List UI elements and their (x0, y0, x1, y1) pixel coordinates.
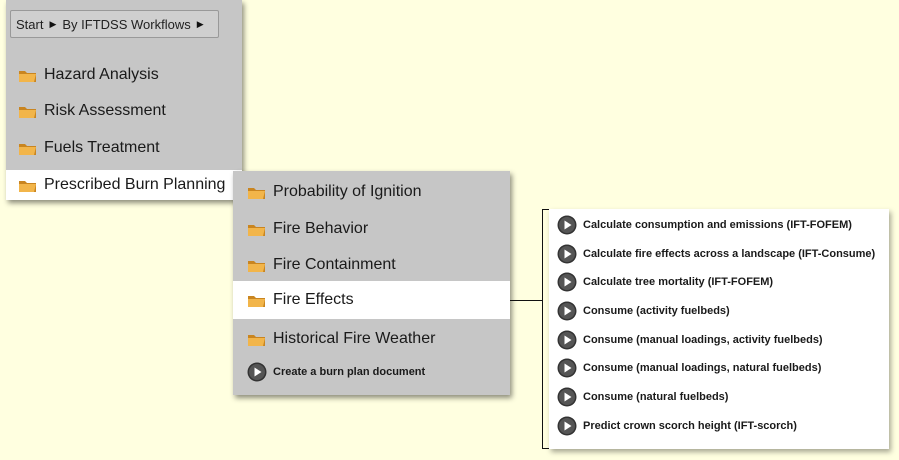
menu-item-probability-of-ignition[interactable]: Probability of Ignition (233, 179, 510, 205)
menu-item-fire-containment[interactable]: Fire Containment (233, 252, 510, 278)
breadcrumb-workflows[interactable]: By IFTDSS Workflows (62, 17, 190, 32)
tool-label: Calculate consumption and emissions (IFT… (583, 219, 852, 231)
tool-label: Consume (manual loadings, natural fuelbe… (583, 362, 822, 374)
menu-item-create-burn-plan[interactable]: Create a burn plan document (233, 361, 510, 383)
tool-label: Consume (activity fuelbeds) (583, 305, 730, 317)
bracket-bottom (542, 448, 549, 449)
tool-item[interactable]: Consume (activity fuelbeds) (557, 300, 885, 322)
tool-label: Predict crown scorch height (IFT-scorch) (583, 420, 797, 432)
folder-icon (19, 143, 36, 155)
tool-item[interactable]: Consume (manual loadings, activity fuelb… (557, 329, 885, 351)
connector-line (510, 300, 542, 301)
play-icon (247, 362, 267, 382)
play-icon (557, 358, 577, 378)
menu-item-label: Prescribed Burn Planning (44, 176, 226, 193)
bracket-top (542, 209, 549, 210)
tool-item[interactable]: Predict crown scorch height (IFT-scorch) (557, 415, 885, 437)
prescribed-burn-submenu-panel: Probability of Ignition Fire Behavior Fi… (233, 171, 510, 395)
tool-item[interactable]: Consume (manual loadings, natural fuelbe… (557, 357, 885, 379)
folder-icon (19, 70, 36, 82)
folder-icon (248, 295, 265, 307)
folder-icon (248, 260, 265, 272)
menu-item-prescribed-burn-planning[interactable]: Prescribed Burn Planning (6, 170, 242, 200)
menu-item-label: Hazard Analysis (44, 66, 159, 83)
menu-item-label: Risk Assessment (44, 102, 166, 119)
play-icon (557, 272, 577, 292)
menu-item-label: Fuels Treatment (44, 139, 160, 156)
caret-right-icon: ▶ (49, 18, 57, 29)
menu-item-fire-effects[interactable]: Fire Effects (233, 281, 510, 319)
folder-icon (19, 180, 36, 192)
tool-label: Consume (natural fuelbeds) (583, 391, 729, 403)
tool-item[interactable]: Calculate consumption and emissions (IFT… (557, 214, 885, 236)
menu-item-label: Fire Effects (273, 291, 354, 308)
menu-item-fuels-treatment[interactable]: Fuels Treatment (6, 135, 242, 161)
folder-icon (19, 106, 36, 118)
tool-item[interactable]: Calculate fire effects across a landscap… (557, 243, 885, 265)
menu-item-label: Probability of Ignition (273, 183, 422, 200)
tool-item[interactable]: Consume (natural fuelbeds) (557, 386, 885, 408)
menu-item-risk-assessment[interactable]: Risk Assessment (6, 98, 242, 124)
tool-label: Calculate tree mortality (IFT-FOFEM) (583, 276, 774, 288)
menu-item-historical-fire-weather[interactable]: Historical Fire Weather (233, 326, 510, 352)
folder-icon (248, 187, 265, 199)
menu-item-label: Fire Behavior (273, 220, 369, 237)
play-icon (557, 301, 577, 321)
bracket-line (542, 209, 543, 449)
folder-icon (248, 224, 265, 236)
tool-label: Calculate fire effects across a landscap… (583, 248, 876, 260)
menu-item-fire-behavior[interactable]: Fire Behavior (233, 216, 510, 242)
play-icon (557, 416, 577, 436)
workflow-menu-panel: Start ▶ By IFTDSS Workflows ▶ Hazard Ana… (6, 0, 242, 200)
breadcrumb-start[interactable]: Start (16, 17, 43, 32)
tool-item[interactable]: Calculate tree mortality (IFT-FOFEM) (557, 271, 885, 293)
menu-item-label: Historical Fire Weather (273, 330, 436, 347)
play-icon (557, 244, 577, 264)
play-icon (557, 330, 577, 350)
menu-item-label: Create a burn plan document (273, 366, 426, 378)
menu-item-label: Fire Containment (273, 256, 396, 273)
breadcrumb: Start ▶ By IFTDSS Workflows ▶ (10, 10, 219, 38)
caret-right-icon[interactable]: ▶ (197, 19, 204, 30)
fire-effects-tools-panel: Calculate consumption and emissions (IFT… (549, 209, 889, 449)
play-icon (557, 215, 577, 235)
menu-item-hazard-analysis[interactable]: Hazard Analysis (6, 62, 242, 88)
tool-label: Consume (manual loadings, activity fuelb… (583, 334, 823, 346)
play-icon (557, 387, 577, 407)
folder-icon (248, 334, 265, 346)
